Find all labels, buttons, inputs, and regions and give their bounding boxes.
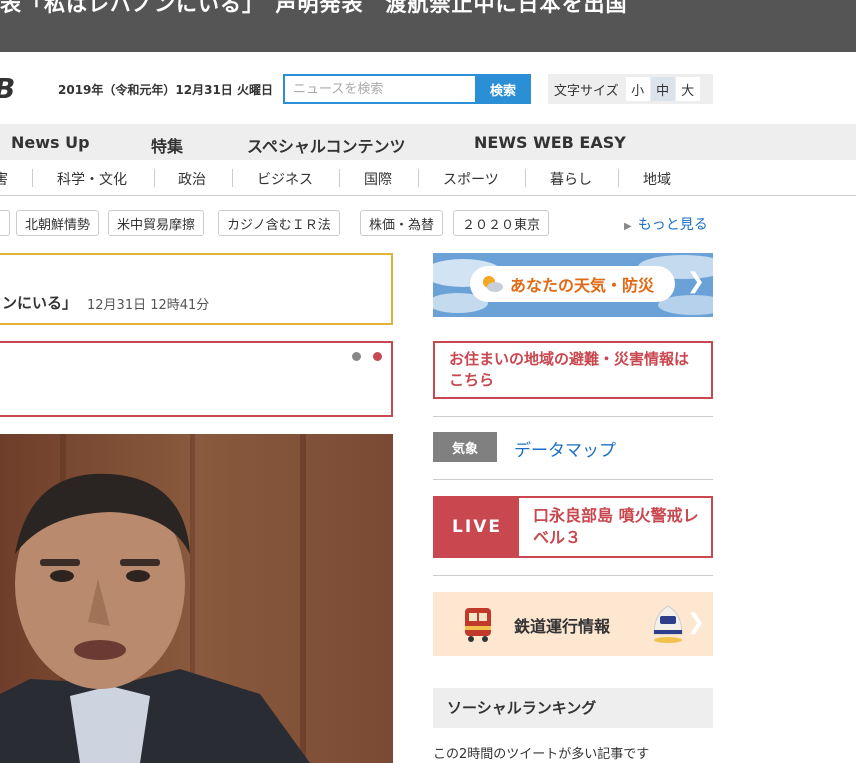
shinkansen-icon (653, 605, 683, 643)
nav-special-contents[interactable]: スペシャルコンテンツ (247, 133, 406, 157)
social-ranking-heading: ソーシャルランキング (433, 688, 713, 728)
evacuation-info-link[interactable]: お住まいの地域の避難・災害情報はこちら (433, 341, 713, 399)
topic-tag-tokyo-2020[interactable]: ２０２０東京 (453, 210, 550, 236)
category-living[interactable]: 暮らし (550, 169, 592, 189)
sun-cloud-icon (483, 276, 503, 292)
weather-banner[interactable]: あなたの天気・防災 ❯ (433, 253, 713, 317)
headline-photo[interactable] (0, 434, 393, 763)
category-politics[interactable]: 政治 (178, 169, 206, 189)
train-info-label: 鉄道運行情報 (514, 617, 611, 636)
category-separator (339, 169, 340, 187)
main-nav: News Up 特集 スペシャルコンテンツ NEWS WEB EASY (0, 124, 856, 160)
kisho-badge: 気象 (433, 432, 497, 462)
font-size-large-button[interactable]: 大 (675, 77, 700, 101)
headline-timestamp: 12月31日 12時41分 (87, 298, 210, 313)
headline-title: ンにいる」 (2, 294, 78, 312)
headline-box[interactable]: ンにいる」 12月31日 12時41分 (0, 253, 393, 325)
triangle-right-icon: ▶ (624, 221, 632, 232)
chevron-right-icon: ❯ (686, 610, 705, 635)
category-nav: 害 科学・文化 政治 ビジネス 国際 スポーツ 暮らし 地域 (0, 160, 856, 196)
nav-news-up[interactable]: News Up (11, 133, 90, 152)
weather-label: あなたの天気・防災 (510, 276, 655, 295)
topic-tag-north-korea[interactable]: 北朝鮮情勢 (16, 210, 100, 236)
font-size-label: 文字サイズ (554, 83, 619, 99)
topic-tag-casino-ir[interactable]: カジノ含むＩＲ法 (218, 210, 340, 236)
topic-tag-stock-forex[interactable]: 株価・為替 (360, 210, 444, 236)
chevron-right-icon: ❯ (686, 269, 705, 294)
train-info-banner[interactable]: 鉄道運行情報 ❯ (433, 592, 713, 656)
site-logo[interactable]: B (0, 72, 15, 105)
category-separator (525, 169, 526, 187)
live-alert-text: 口永良部島 噴火警戒レベル３ (533, 506, 699, 547)
category-business[interactable]: ビジネス (257, 169, 313, 189)
current-date: 2019年（令和元年）12月31日 火曜日 (58, 83, 273, 97)
category-international[interactable]: 国際 (364, 169, 392, 189)
carousel-dot[interactable] (352, 352, 361, 361)
search-button[interactable]: 検索 (475, 74, 531, 104)
local-train-icon (465, 608, 491, 642)
category-separator (32, 169, 33, 187)
nav-news-web-easy[interactable]: NEWS WEB EASY (474, 133, 626, 152)
category-sports[interactable]: スポーツ (443, 169, 499, 189)
headline-photo-image (0, 434, 393, 763)
page: 表「私はレバノンにいる」 声明発表 渡航禁止中に日本を出国 B 2019年（令和… (0, 0, 856, 763)
category-science-culture[interactable]: 科学・文化 (57, 169, 127, 189)
font-size-small-button[interactable]: 小 (625, 77, 650, 101)
breaking-news-text: 表「私はレバノンにいる」 声明発表 渡航禁止中に日本を出国 (0, 0, 628, 16)
category-separator (154, 169, 155, 187)
font-size-medium-button[interactable]: 中 (650, 77, 675, 101)
search-input[interactable] (283, 74, 475, 104)
carousel-dot-active[interactable] (373, 352, 382, 361)
data-map-link[interactable]: データマップ (514, 436, 616, 461)
category-separator (232, 169, 233, 187)
nav-tokushu[interactable]: 特集 (151, 133, 183, 157)
category-separator (618, 169, 619, 187)
more-topics-label: もっと見る (637, 217, 708, 233)
social-ranking-subtext: この2時間のツイートが多い記事です (433, 747, 650, 762)
news-carousel[interactable] (0, 341, 393, 417)
topic-tag-partial[interactable] (0, 210, 10, 236)
divider (433, 416, 713, 417)
more-topics-link[interactable]: ▶ もっと見る (624, 214, 708, 234)
live-alert-box[interactable]: LIVE 口永良部島 噴火警戒レベル３ (433, 496, 713, 558)
divider (433, 575, 713, 576)
category-separator (418, 169, 419, 187)
category-region[interactable]: 地域 (643, 169, 671, 189)
weather-pill: あなたの天気・防災 (470, 266, 675, 302)
category-saigai[interactable]: 害 (0, 169, 8, 189)
breaking-news-banner[interactable]: 表「私はレバノンにいる」 声明発表 渡航禁止中に日本を出国 (0, 0, 856, 52)
divider (433, 479, 713, 480)
font-size-selector: 文字サイズ 小 中 大 (548, 74, 713, 104)
topic-tag-us-china-trade[interactable]: 米中貿易摩擦 (108, 210, 205, 236)
live-label: LIVE (435, 498, 519, 556)
